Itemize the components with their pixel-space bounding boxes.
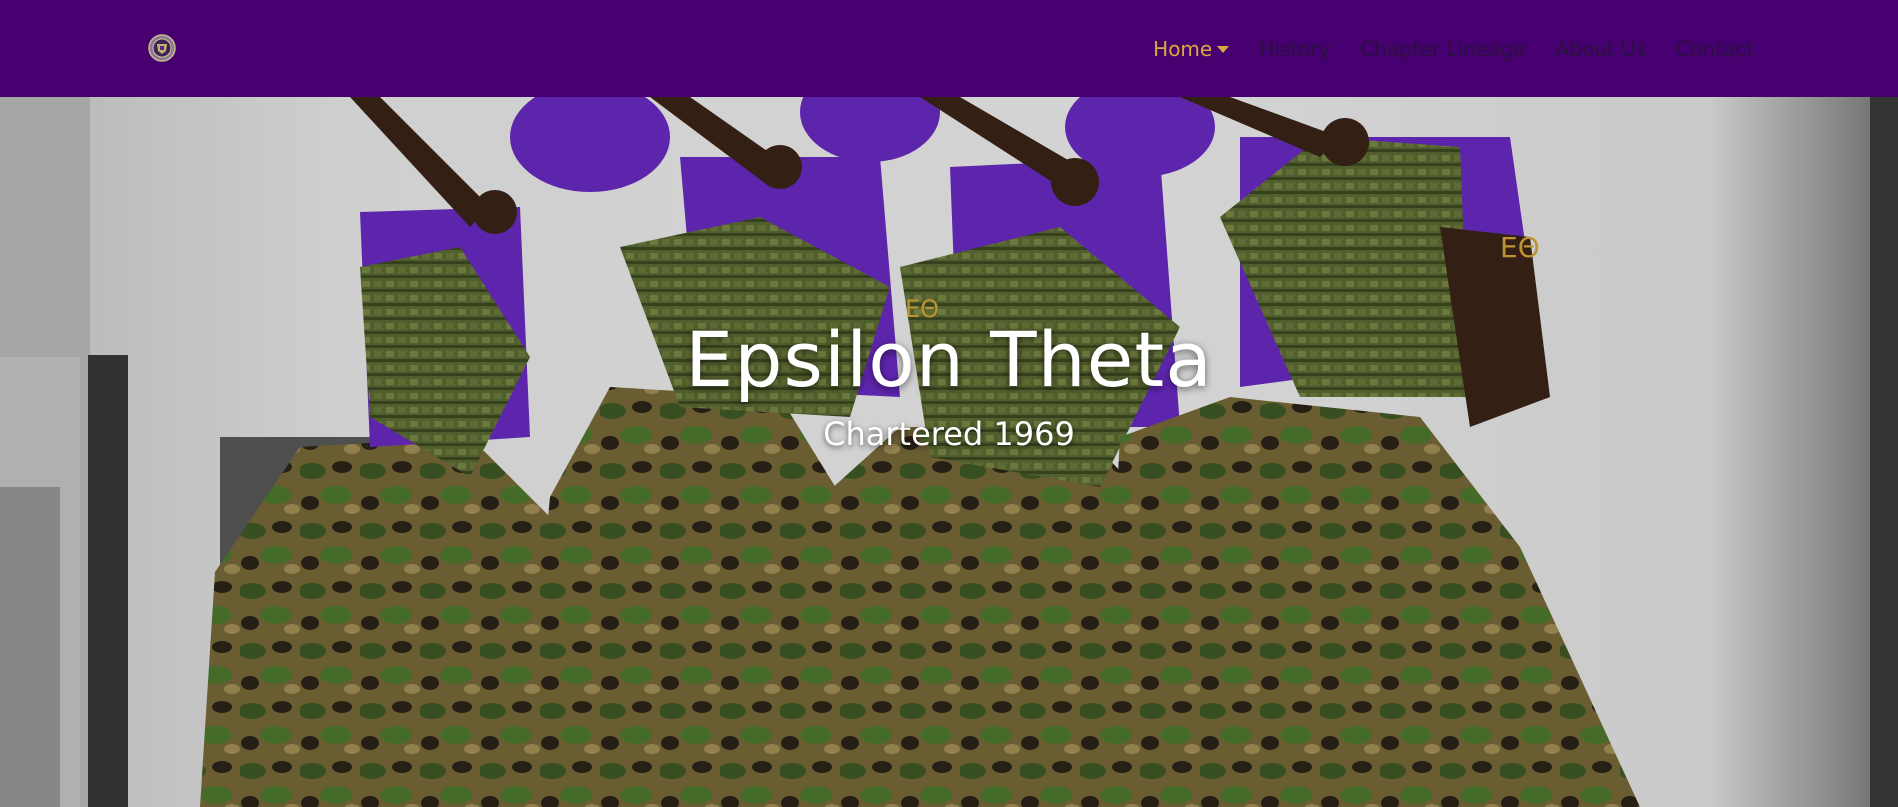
nav-item-contact[interactable]: Contact [1676,37,1754,61]
nav-item-about-us[interactable]: About Us [1556,37,1647,61]
caret-down-icon [1217,46,1230,53]
navbar: Home History Chapter Lineage About Us Co… [0,0,1898,97]
nav-links: Home History Chapter Lineage About Us Co… [1123,0,1754,97]
hero-subtitle: Chartered 1969 [823,415,1075,453]
crest-icon[interactable] [148,34,176,62]
hero-title: Epsilon Theta [685,315,1213,404]
nav-item-home-label: Home [1153,36,1213,61]
hero-section: ΕΘ ΕΘ Epsilon Theta Chartered 1969 [0,97,1898,807]
nav-item-history[interactable]: History [1259,37,1330,61]
nav-item-chapter-lineage[interactable]: Chapter Lineage [1360,37,1525,61]
nav-item-home[interactable]: Home [1153,36,1230,61]
